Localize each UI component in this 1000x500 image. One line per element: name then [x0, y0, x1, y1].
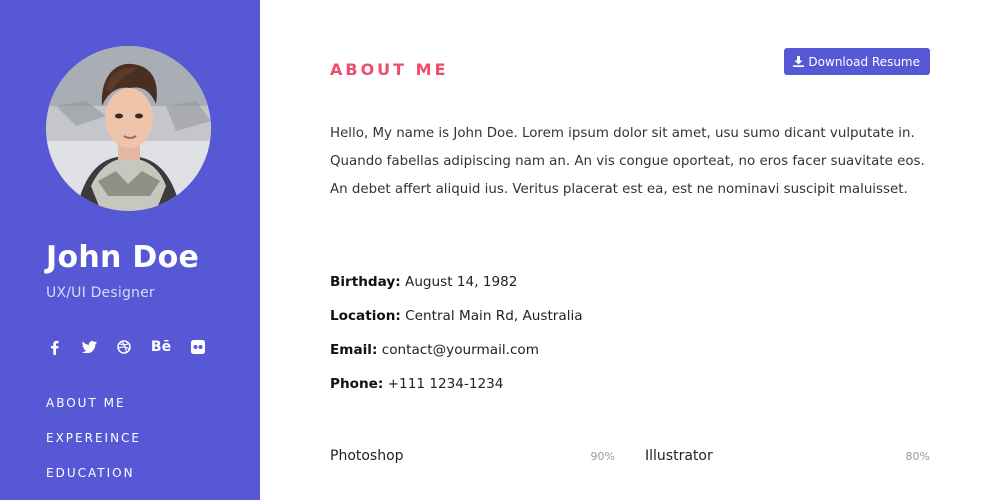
email-label: Email: [330, 342, 378, 358]
skills: Photoshop 90% Illustrator 80% [330, 448, 930, 464]
sidebar-nav: ABOUT ME EXPEREINCE EDUCATION [46, 395, 141, 500]
avatar-photo [46, 46, 211, 211]
skill-name: Photoshop [330, 448, 404, 464]
flickr-icon[interactable] [188, 337, 208, 357]
profile-role: UX/UI Designer [46, 285, 155, 301]
avatar [46, 46, 211, 211]
sidebar: John Doe UX/UI Designer Bē ABOUT ME EXPE… [0, 0, 260, 500]
nav-item-experience[interactable]: EXPEREINCE [46, 430, 141, 465]
download-resume-label: Download Resume [808, 54, 920, 69]
download-icon [793, 56, 805, 67]
info-location: Location: Central Main Rd, Australia [330, 304, 583, 338]
nav-item-education[interactable]: EDUCATION [46, 465, 141, 500]
skill-illustrator: Illustrator 80% [645, 448, 930, 464]
download-resume-button[interactable]: Download Resume [784, 48, 930, 75]
contact-info: Birthday: August 14, 1982 Location: Cent… [330, 270, 583, 406]
social-links: Bē [44, 337, 223, 357]
main-content: ABOUT ME Download Resume Hello, My name … [330, 0, 930, 500]
behance-icon[interactable]: Bē [149, 337, 173, 357]
birthday-value: August 14, 1982 [405, 274, 518, 290]
behance-glyph: Bē [150, 339, 172, 355]
nav-item-about-me[interactable]: ABOUT ME [46, 395, 141, 430]
info-birthday: Birthday: August 14, 1982 [330, 270, 583, 304]
section-title: ABOUT ME [330, 60, 449, 79]
dribbble-icon[interactable] [114, 337, 134, 357]
skill-photoshop: Photoshop 90% [330, 448, 615, 464]
skill-name: Illustrator [645, 448, 713, 464]
phone-label: Phone: [330, 376, 384, 392]
info-email: Email: contact@yourmail.com [330, 338, 583, 372]
facebook-icon[interactable] [44, 337, 64, 357]
skill-percent: 90% [590, 450, 615, 463]
twitter-icon[interactable] [79, 337, 99, 357]
birthday-label: Birthday: [330, 274, 401, 290]
skill-percent: 80% [905, 450, 930, 463]
location-value: Central Main Rd, Australia [405, 308, 583, 324]
phone-value: +111 1234-1234 [387, 376, 504, 392]
bio-text: Hello, My name is John Doe. Lorem ipsum … [330, 126, 925, 197]
location-label: Location: [330, 308, 401, 324]
info-phone: Phone: +111 1234-1234 [330, 372, 583, 406]
email-value[interactable]: contact@yourmail.com [382, 342, 539, 358]
profile-name: John Doe [46, 240, 200, 275]
